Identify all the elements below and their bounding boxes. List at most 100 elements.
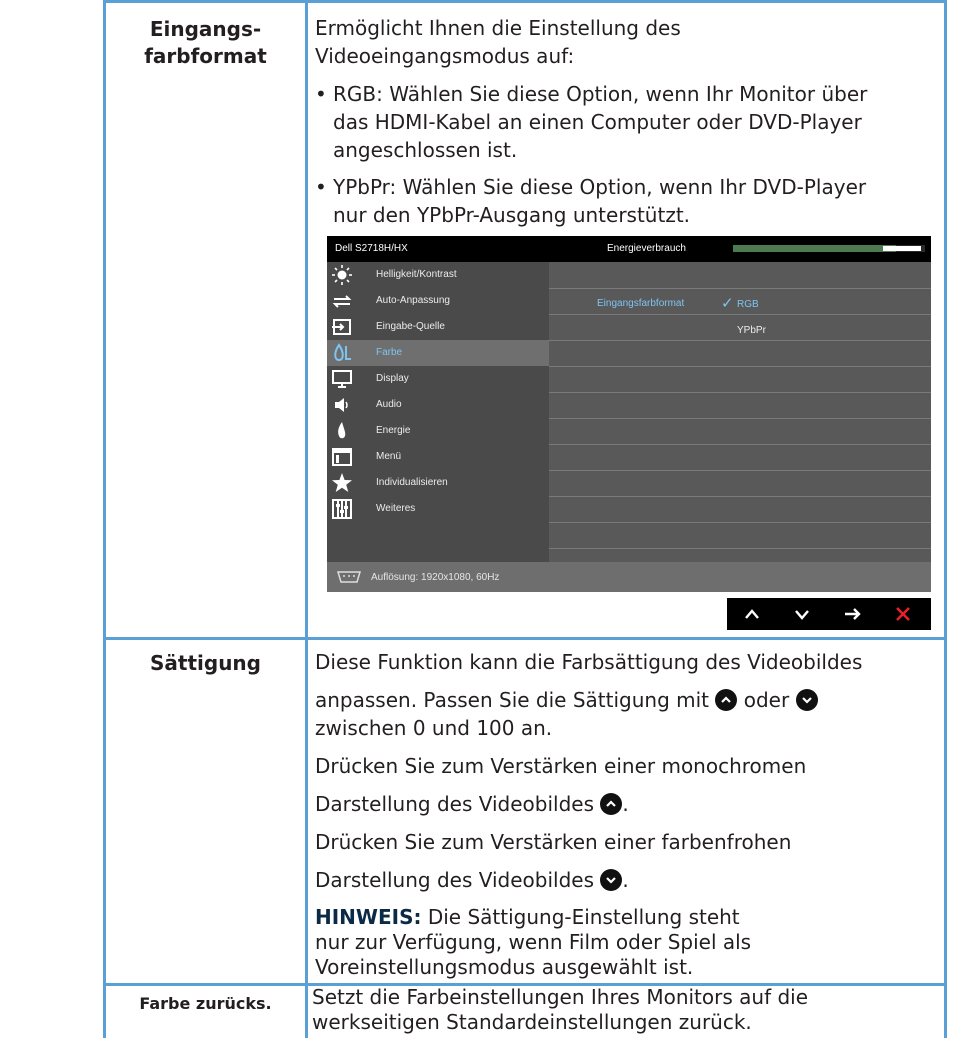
nav-up-button[interactable] — [733, 598, 773, 630]
nav-close-button[interactable] — [883, 598, 923, 630]
period: . — [622, 868, 629, 892]
auto-adjust-icon — [332, 295, 352, 308]
saettigung-text-with-buttons: anpassen. Passen Sie die Sättigung mit o… — [315, 686, 818, 714]
period: . — [622, 792, 629, 816]
table-left-border — [103, 0, 106, 1038]
vga-connector-icon — [337, 571, 361, 583]
down-button-icon — [795, 689, 818, 711]
menu-item-helligkeit[interactable]: Helligkeit/Kontrast — [327, 262, 549, 288]
menu-item-label: Helligkeit/Kontrast — [376, 269, 457, 280]
submenu-divider — [549, 548, 931, 549]
brightness-icon — [332, 265, 352, 285]
menu-icon — [332, 448, 352, 466]
submenu-divider — [549, 522, 931, 523]
osd-energy-label: Energieverbrauch — [607, 243, 686, 254]
menu-item-label: Individualisieren — [376, 477, 448, 488]
energy-meter — [733, 245, 925, 252]
menu-item-farbe[interactable]: Farbe — [327, 340, 549, 366]
osd-navigation-bar — [727, 598, 931, 630]
saettigung-text: Darstellung des Videobildes — [315, 792, 595, 816]
saettigung-text-with-button: Darstellung des Videobildes . — [315, 790, 629, 818]
row-divider-1 — [103, 637, 947, 640]
color-icon — [334, 343, 351, 362]
option-label: YPbPr — [737, 325, 766, 336]
nav-down-button[interactable] — [783, 598, 823, 630]
osd-header: Dell S2718H/HX Energieverbrauch — [327, 236, 931, 262]
menu-item-menue[interactable]: Menü — [327, 444, 549, 470]
bullet-line: angeschlossen ist. — [333, 138, 518, 162]
row-label-saettigung: Sättigung — [150, 651, 261, 675]
menu-item-label: Menü — [376, 451, 402, 462]
table-right-border — [944, 0, 947, 1038]
menu-item-label: Auto-Anpassung — [376, 295, 450, 306]
option-label: RGB — [737, 299, 759, 310]
saettigung-text: Darstellung des Videobildes — [315, 868, 595, 892]
check-icon: ✓ — [721, 295, 734, 312]
submenu-option-label: Eingangsfarbformat — [597, 298, 685, 309]
energy-meter-tip — [883, 246, 921, 251]
menu-item-label: Display — [376, 373, 409, 384]
row-label-farbe-zuruecks: Farbe zurücks. — [139, 994, 272, 1013]
bullet-dot: • — [315, 82, 327, 106]
osd-menu: Dell S2718H/HX Energieverbrauch Helligke… — [327, 236, 931, 592]
menu-item-energie[interactable]: Energie — [327, 418, 549, 444]
row-label-eingangsfarbformat: Eingangs- farbformat — [106, 16, 305, 70]
star-icon — [332, 473, 352, 492]
submenu-divider — [549, 314, 931, 315]
submenu-divider — [549, 392, 931, 393]
nav-next-button[interactable] — [833, 598, 873, 630]
saettigung-text: anpassen. Passen Sie die Sättigung mit — [315, 688, 710, 712]
menu-item-label: Weiteres — [376, 503, 416, 514]
bullet-line: RGB: Wählen Sie diese Option, wenn Ihr M… — [333, 82, 868, 106]
others-icon — [332, 499, 352, 519]
down-button-icon — [600, 869, 623, 891]
note-text: nur zur Verfügung, wenn Film oder Spiel … — [315, 930, 752, 954]
bullet-line: YPbPr: Wählen Sie diese Option, wenn Ihr… — [333, 175, 867, 199]
menu-item-weiteres[interactable]: Weiteres — [327, 496, 549, 522]
menu-item-label: Audio — [376, 399, 402, 410]
resolution-text: Auflösung: 1920x1080, 60Hz — [371, 572, 500, 583]
menu-item-label: Energie — [376, 425, 411, 436]
osd-model-name: Dell S2718H/HX — [335, 243, 408, 254]
close-icon — [896, 607, 910, 621]
reset-text: Setzt die Farbeinstellungen Ihres Monito… — [312, 985, 809, 1009]
osd-footer: Auflösung: 1920x1080, 60Hz — [327, 562, 931, 592]
intro-line: Ermöglicht Ihnen die Einstellung des — [315, 16, 681, 40]
menu-item-eingabe-quelle[interactable]: Eingabe-Quelle — [327, 314, 549, 340]
note-text: Voreinstellungsmodus ausgewählt ist. — [315, 955, 694, 979]
arrow-right-icon — [845, 608, 861, 620]
table-mid-border — [305, 0, 308, 1038]
submenu-divider — [549, 340, 931, 341]
row-label-line: farbformat — [144, 44, 267, 68]
saettigung-text: Drücken Sie zum Verstärken einer monochr… — [315, 754, 807, 778]
display-icon — [332, 370, 352, 388]
saettigung-text-with-button: Darstellung des Videobildes . — [315, 866, 629, 894]
note-text: Die Sättigung-Einstellung steht — [427, 905, 740, 929]
submenu-divider — [549, 366, 931, 367]
intro-line: Videoeingangsmodus auf: — [315, 44, 575, 68]
up-button-icon — [715, 689, 738, 711]
saettigung-text: oder — [743, 688, 790, 712]
reset-text: werkseitigen Standardeinstellungen zurüc… — [312, 1010, 752, 1034]
menu-item-individualisieren[interactable]: Individualisieren — [327, 470, 549, 496]
chevron-down-icon — [795, 610, 809, 620]
submenu-divider — [549, 496, 931, 497]
audio-icon — [335, 398, 348, 412]
saettigung-text: Drücken Sie zum Verstärken einer farbenf… — [315, 830, 792, 854]
option-rgb[interactable]: ✓ RGB — [721, 294, 881, 312]
menu-item-display[interactable]: Display — [327, 366, 549, 392]
table-top-border — [103, 0, 947, 3]
submenu-divider — [549, 418, 931, 419]
row-label-line: Eingangs- — [149, 17, 262, 41]
option-ypbpr[interactable]: YPbPr — [721, 320, 881, 338]
saettigung-text: Diese Funktion kann die Farbsättigung de… — [315, 650, 863, 674]
menu-item-audio[interactable]: Audio — [327, 392, 549, 418]
menu-item-label: Farbe — [376, 347, 403, 358]
saettigung-text: zwischen 0 und 100 an. — [315, 716, 553, 740]
osd-submenu: Eingangsfarbformat ✓ RGB YPbPr — [549, 262, 931, 562]
menu-item-auto-anpassung[interactable]: Auto-Anpassung — [327, 288, 549, 314]
energy-meter-fill — [733, 245, 897, 252]
bullet-dot: • — [315, 175, 327, 199]
note-label: HINWEIS: — [315, 905, 422, 929]
osd-main-menu: Helligkeit/Kontrast Auto-Anpassung Einga… — [327, 262, 549, 562]
